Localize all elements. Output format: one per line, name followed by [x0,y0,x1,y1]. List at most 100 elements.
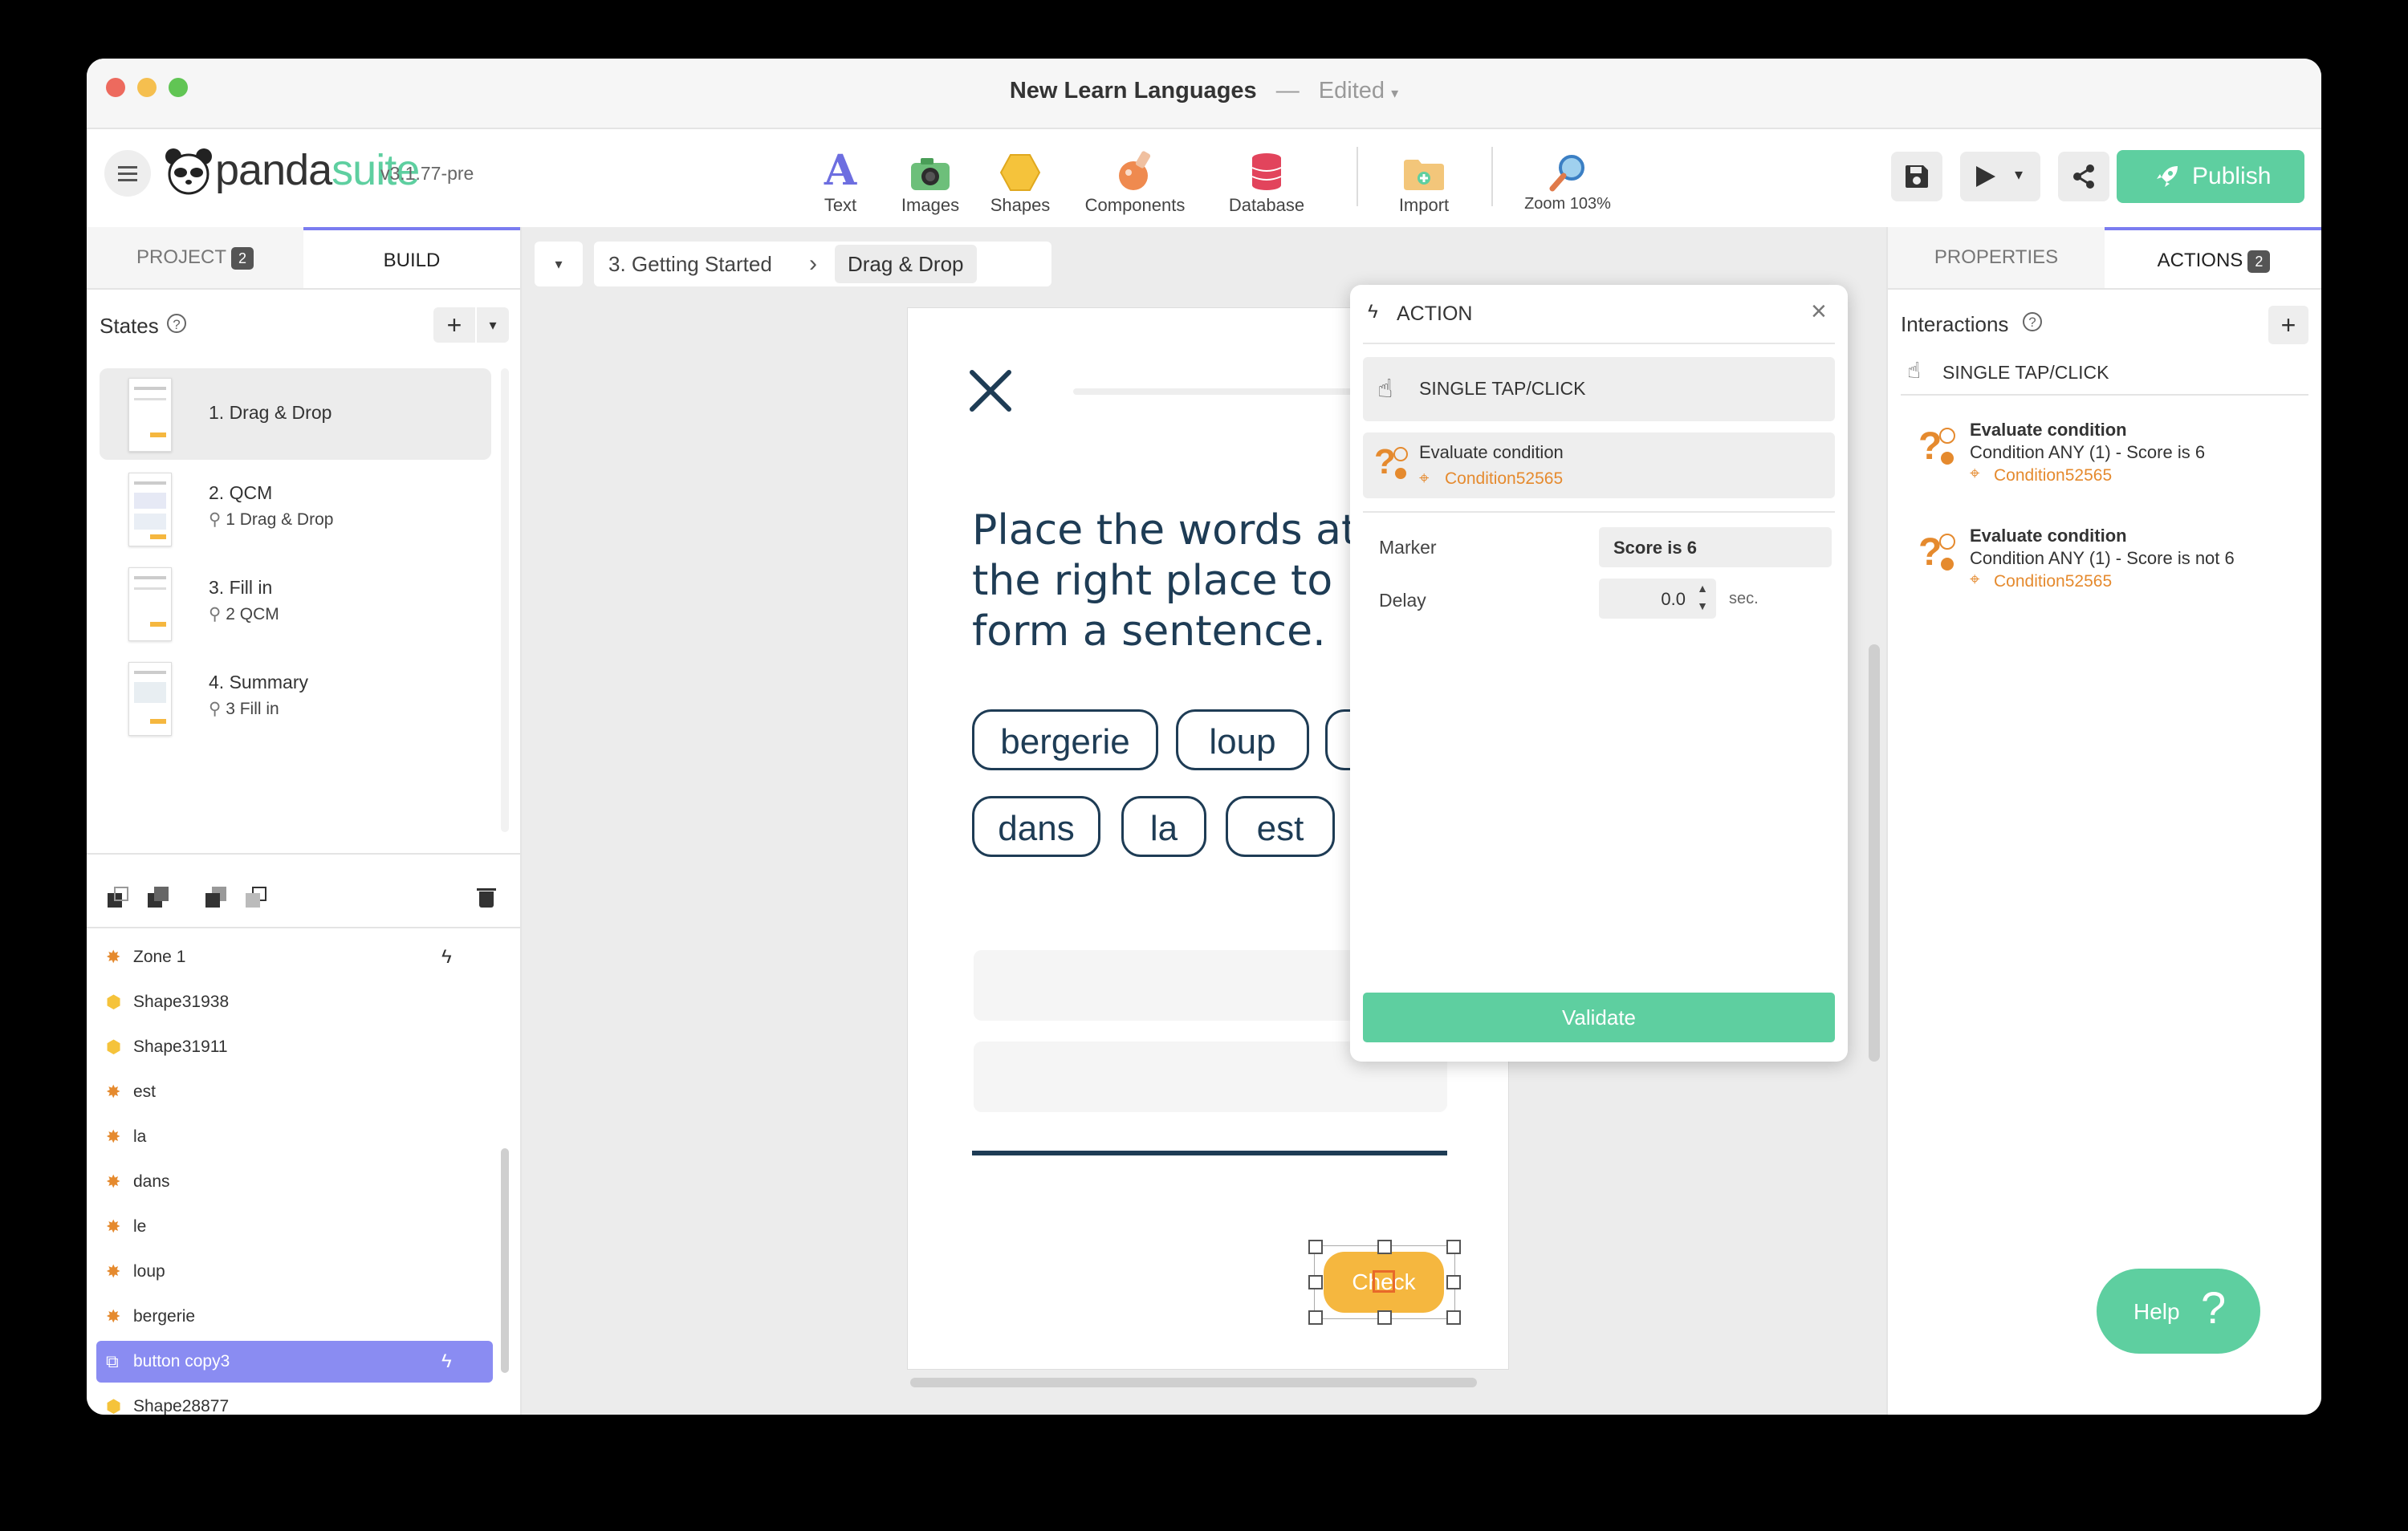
word-tile[interactable]: la [1121,796,1206,857]
state-options-button[interactable]: ▾ [477,307,509,343]
validate-button[interactable]: Validate [1363,993,1835,1042]
components-tool[interactable]: Components [1079,129,1191,216]
tab-project[interactable]: PROJECT 2 [87,227,303,288]
panda-logo-icon [164,147,214,197]
states-scrollbar[interactable] [501,368,509,832]
database-tool[interactable]: Database [1214,129,1319,216]
condition-icon: ? [1918,531,1942,574]
save-icon [1906,165,1928,188]
layer-row[interactable]: ✸ le [96,1206,493,1248]
state-thumbnail [128,662,172,736]
answer-underline [972,1151,1447,1155]
layer-row[interactable]: ✸ dans [96,1161,493,1203]
action-row[interactable]: ? Evaluate condition ⌖ Condition52565 [1363,432,1835,498]
trigger-header[interactable]: ☝ SINGLE TAP/CLICK [1901,355,2308,396]
canvas-horizontal-scrollbar[interactable] [910,1378,1477,1387]
action-list-item[interactable]: ? Evaluate condition Condition ANY (1) -… [1901,522,2308,611]
import-tool[interactable]: Import [1376,129,1472,216]
help-circle-icon[interactable]: ? [2023,312,2042,331]
state-item[interactable]: 3. Fill in ⚲ 2 QCM [100,558,491,649]
layer-row[interactable]: ⬢ Shape28877 [96,1386,493,1415]
layer-row[interactable]: ⬢ Shape31911 [96,1026,493,1068]
send-backward-icon[interactable] [205,887,226,908]
component-icon: ✸ [106,1261,121,1281]
help-button[interactable]: Help ? [2097,1269,2260,1354]
bring-forward-icon[interactable] [108,887,128,908]
layer-row-selected[interactable]: ⧉ button copy3 ϟ [96,1341,493,1383]
save-button[interactable] [1891,152,1942,201]
shapes-tool[interactable]: Shapes [972,129,1068,216]
left-tabs: PROJECT 2 BUILD [87,227,520,290]
action-list-item[interactable]: ? Evaluate condition Condition ANY (1) -… [1901,416,2308,505]
delay-input[interactable]: 0.0 ▲ ▼ [1599,579,1716,619]
add-state-button[interactable]: + [433,307,475,343]
left-panel: PROJECT 2 BUILD States ? + ▾ 1. Drag & Dr… [87,227,522,1415]
target-icon: ⌖ [1419,468,1430,488]
interactions-heading: Interactions [1901,312,2009,336]
panel-divider [87,927,520,928]
close-x-icon[interactable] [969,369,1012,412]
layer-row[interactable]: ✸ loup [96,1251,493,1293]
chevron-right-icon: › [809,250,817,277]
hamburger-icon [118,166,137,169]
tab-properties[interactable]: PROPERTIES [1888,227,2105,288]
database-icon [1251,153,1282,190]
word-tile[interactable]: bergerie [972,709,1158,770]
import-folder-icon [1404,160,1444,190]
state-item[interactable]: 4. Summary ⚲ 3 Fill in [100,652,491,744]
images-tool[interactable]: Images [882,129,978,216]
zoom-tool[interactable]: Zoom 103% [1507,129,1628,213]
word-tile[interactable]: loup [1176,709,1309,770]
main-toolbar: pandasuite v3.1.77-pre A Text Images Sha… [87,129,2321,229]
chevron-down-icon[interactable]: ▾ [2015,164,2023,185]
tab-build[interactable]: BUILD [303,227,520,288]
layer-row[interactable]: ✸ est [96,1071,493,1113]
share-icon [2073,164,2094,189]
breadcrumb-item-current[interactable]: Drag & Drop [835,245,977,283]
layer-row[interactable]: ✸ Zone 1 ϟ [96,936,493,978]
breadcrumb-menu-button[interactable]: ▾ [535,242,583,286]
help-circle-icon[interactable]: ? [167,314,186,333]
preview-button[interactable]: ▾ [1960,152,2040,201]
share-button[interactable] [2058,152,2109,201]
layer-row[interactable]: ✸ la [96,1116,493,1158]
right-tabs: PROPERTIES ACTIONS 2 [1888,227,2321,290]
text-tool[interactable]: A Text [792,129,889,216]
state-thumbnail [128,473,172,546]
layers-scrollbar[interactable] [501,1148,509,1373]
menu-button[interactable] [104,150,151,197]
condition-icon: ? [1918,425,1942,468]
bring-to-front-icon[interactable] [148,887,169,908]
state-item[interactable]: 2. QCM ⚲ 1 Drag & Drop [100,463,491,554]
target-icon: ⌖ [1970,463,1980,483]
action-popup: ϟ ACTION × ☝ SINGLE TAP/CLICK ? Evaluate… [1350,285,1848,1062]
stepper-up-icon[interactable]: ▲ [1697,582,1708,595]
plus-icon: + [446,311,462,339]
stepper-down-icon[interactable]: ▼ [1697,599,1708,612]
add-interaction-button[interactable]: + [2268,306,2308,344]
shape-icon: ⬢ [106,1037,122,1057]
window-title[interactable]: New Learn Languages — Edited ▾ [87,78,2321,104]
toolbar-divider [1357,147,1358,206]
breadcrumb-item[interactable]: 3. Getting Started [608,242,772,286]
canvas-vertical-scrollbar[interactable] [1869,644,1880,1062]
state-item[interactable]: 1. Drag & Drop [100,368,491,460]
send-to-back-icon[interactable] [246,887,266,908]
word-tile[interactable]: dans [972,796,1100,857]
lightning-icon: ϟ [1368,301,1378,323]
close-icon[interactable]: × [1811,296,1827,327]
chevron-down-icon: ▾ [555,256,563,272]
trigger-row[interactable]: ☝ SINGLE TAP/CLICK [1363,357,1835,421]
tab-actions[interactable]: ACTIONS 2 [2105,227,2321,288]
rocket-icon [2157,166,2178,187]
layer-row[interactable]: ✸ bergerie [96,1296,493,1338]
component-icon: ✸ [106,1172,121,1192]
layer-row[interactable]: ⬢ Shape31938 [96,981,493,1023]
word-tile[interactable]: est [1226,796,1335,857]
trash-icon[interactable] [477,885,496,908]
progress-bar [1073,388,1394,395]
anchor-icon [1373,1270,1395,1293]
marker-select[interactable]: Score is 6 [1599,527,1832,567]
text-icon: A [824,146,857,195]
publish-button[interactable]: Publish [2117,150,2304,203]
